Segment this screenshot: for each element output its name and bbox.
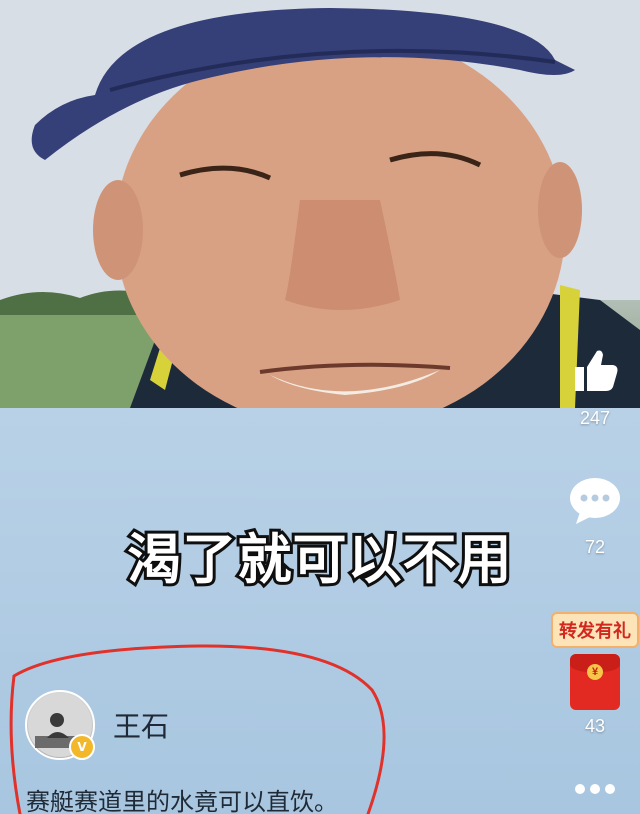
post-description: 赛艇赛道里的水竟可以直饮。 (26, 788, 338, 814)
more-dots-icon (575, 784, 615, 794)
avatar[interactable]: V (25, 690, 95, 760)
red-packet-icon: ¥ (570, 654, 620, 710)
share-gift-button[interactable]: 转发有礼 ¥ 43 (550, 612, 640, 737)
like-count: 247 (579, 408, 611, 428)
comment-count: 72 (584, 537, 606, 557)
action-rail: 247 72 转发有礼 ¥ 43 (550, 0, 640, 814)
video-frame[interactable] (0, 0, 640, 408)
more-button[interactable] (550, 780, 640, 801)
author-name[interactable]: 王石 (113, 705, 169, 745)
share-gift-label: 转发有礼 (551, 612, 639, 648)
like-button[interactable]: 247 (550, 345, 640, 429)
share-count: 43 (584, 716, 606, 736)
verified-v-icon: V (69, 734, 95, 760)
video-post-screen: 渴了就可以不用 247 72 转发有礼 ¥ 43 V 王石 赛艇赛道里的水竟可以… (0, 0, 640, 814)
chat-bubble-icon (570, 478, 620, 524)
author-row[interactable]: V 王石 (25, 690, 169, 760)
video-caption: 渴了就可以不用 (125, 525, 515, 594)
thumbs-up-icon (575, 350, 618, 391)
video-frame-image (0, 0, 640, 408)
coin-icon: ¥ (587, 664, 603, 680)
comment-button[interactable]: 72 (550, 476, 640, 558)
